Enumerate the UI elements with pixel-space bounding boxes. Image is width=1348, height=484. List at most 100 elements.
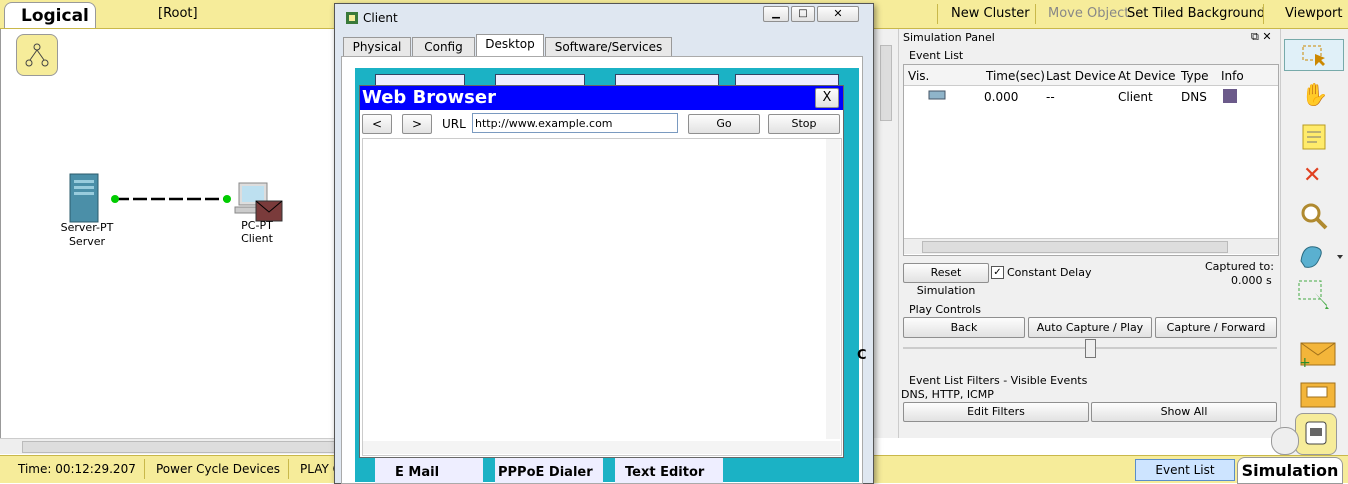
note-tool-icon[interactable]	[1301, 123, 1327, 154]
event-type: DNS	[1181, 90, 1207, 104]
event-list-toggle-button[interactable]: Event List	[1135, 459, 1235, 481]
browser-vertical-scrollbar[interactable]	[826, 139, 840, 439]
column-header[interactable]: Last Device	[1046, 69, 1116, 83]
email-app-label[interactable]: E Mail	[395, 465, 439, 480]
resize-shape-tool-icon[interactable]	[1297, 279, 1331, 316]
event-at-device: Client	[1118, 90, 1153, 104]
logical-workspace[interactable]: Server-PT Server PC-PT Client	[0, 29, 336, 438]
simulation-mode-icon[interactable]	[1295, 413, 1337, 455]
root-label[interactable]: [Root]	[158, 6, 198, 21]
minimize-button[interactable]: ▁	[763, 6, 789, 22]
column-header[interactable]: Vis.	[908, 69, 929, 83]
column-header[interactable]: Time(sec)	[986, 69, 1045, 83]
server-device-icon[interactable]	[68, 172, 100, 227]
edit-filters-button[interactable]: Edit Filters	[903, 402, 1089, 422]
browser-horizontal-scrollbar[interactable]	[363, 441, 840, 454]
packet-tracer-app-icon	[345, 11, 359, 28]
divider	[144, 459, 145, 479]
svg-text:+: +	[1299, 355, 1311, 369]
play-controls-label: Play Controls	[909, 303, 981, 316]
scrollbar-thumb[interactable]	[880, 45, 892, 121]
client-window: Client ▁ □ ✕ Physical Config Desktop Sof…	[334, 3, 874, 484]
restore-icon[interactable]: ⧉ ✕	[1251, 30, 1272, 44]
panel-vertical-scrollbar[interactable]	[872, 29, 898, 438]
workspace-horizontal-scrollbar[interactable]	[0, 438, 336, 454]
back-button[interactable]: Back	[903, 317, 1025, 338]
eye-icon[interactable]	[928, 89, 946, 104]
auto-capture-play-button[interactable]: Auto Capture / Play	[1028, 317, 1152, 338]
server-type-label: Server-PT	[60, 221, 114, 234]
event-time: 0.000	[984, 90, 1019, 104]
column-header[interactable]: At Device	[1118, 69, 1176, 83]
simulation-panel: Simulation Panel ⧉ ✕ Event List Vis. Tim…	[898, 29, 1281, 438]
maximize-button[interactable]: □	[791, 6, 815, 22]
logical-tab[interactable]: Logical	[4, 2, 96, 28]
tab-software-services[interactable]: Software/Services	[545, 37, 672, 56]
browser-title: Web Browser	[360, 86, 843, 110]
constant-delay-checkbox[interactable]: ✓	[991, 266, 1004, 279]
set-tiled-background-button[interactable]: Set Tiled Background	[1127, 6, 1265, 21]
draw-shape-tool-icon[interactable]	[1297, 241, 1343, 274]
divider	[937, 4, 938, 24]
add-complex-pdu-icon[interactable]	[1297, 379, 1337, 416]
tab-desktop[interactable]: Desktop	[476, 34, 544, 57]
scrollbar-thumb[interactable]	[922, 241, 1228, 253]
event-list-label: Event List	[909, 49, 964, 62]
back-nav-button[interactable]: <	[362, 114, 392, 134]
inspect-tool-icon[interactable]	[1299, 201, 1329, 234]
network-link[interactable]	[101, 194, 241, 204]
sim-panel-title: Simulation Panel	[903, 31, 995, 44]
divider	[1263, 4, 1264, 24]
captured-to-value: 0.000 s	[1231, 274, 1272, 287]
window-controls: ▁ □ ✕	[763, 6, 859, 23]
select-tool-icon[interactable]	[1284, 39, 1344, 71]
scrollbar-thumb[interactable]	[22, 441, 336, 453]
network-topology-icon[interactable]	[16, 34, 58, 76]
column-header[interactable]: Info	[1221, 69, 1244, 83]
realtime-clock-icon[interactable]	[1271, 427, 1299, 455]
url-label: URL	[442, 117, 466, 131]
divider	[288, 459, 289, 479]
tab-config[interactable]: Config	[412, 37, 475, 56]
speed-slider-thumb[interactable]	[1085, 339, 1096, 358]
new-cluster-button[interactable]: New Cluster	[951, 6, 1030, 21]
desktop-app-label-partial: C	[857, 348, 867, 363]
constant-delay-label: Constant Delay	[1007, 266, 1092, 279]
browser-content-area[interactable]	[362, 138, 842, 456]
browser-close-button[interactable]: X	[815, 88, 839, 108]
text-editor-app-label[interactable]: Text Editor	[625, 465, 704, 480]
forward-nav-button[interactable]: >	[402, 114, 432, 134]
column-header[interactable]: Type	[1181, 69, 1209, 83]
table-row[interactable]: 0.000 -- Client DNS	[904, 87, 1278, 105]
table-header: Vis. Time(sec) Last Device At Device Typ…	[904, 65, 1278, 86]
capture-forward-button[interactable]: Capture / Forward	[1155, 317, 1277, 338]
info-color-swatch[interactable]	[1223, 89, 1237, 103]
event-list-table[interactable]: Vis. Time(sec) Last Device At Device Typ…	[903, 64, 1279, 256]
delete-tool-icon[interactable]: ✕	[1303, 163, 1321, 188]
event-list-scrollbar[interactable]	[904, 238, 1278, 254]
right-toolbar: ✋ ✕ +	[1271, 29, 1348, 455]
show-all-button[interactable]: Show All	[1091, 402, 1277, 422]
pppoe-app-label[interactable]: PPPoE Dialer	[498, 465, 593, 480]
close-window-button[interactable]: ✕	[817, 6, 859, 22]
hand-tool-icon[interactable]: ✋	[1301, 83, 1328, 108]
move-object-button[interactable]: Move Object	[1048, 6, 1129, 21]
go-button[interactable]: Go	[688, 114, 760, 134]
filters-label: Event List Filters - Visible Events	[909, 374, 1088, 387]
url-input[interactable]	[472, 113, 678, 133]
simulation-mode-tab[interactable]: Simulation	[1237, 457, 1343, 484]
stop-button[interactable]: Stop	[768, 114, 840, 134]
web-browser-window: Web Browser X < > URL Go Stop	[359, 85, 844, 458]
pc-type-label: PC-PT	[241, 219, 273, 232]
captured-to-label: Captured to:	[1205, 260, 1274, 273]
pc-name-label: Client	[241, 232, 273, 245]
viewport-button[interactable]: Viewport	[1285, 6, 1343, 21]
reset-simulation-button[interactable]: Reset Simulation	[903, 263, 989, 297]
add-simple-pdu-icon[interactable]: +	[1297, 339, 1337, 372]
divider	[1035, 4, 1036, 24]
power-cycle-button[interactable]: Power Cycle Devices	[156, 462, 280, 476]
filters-value: DNS, HTTP, ICMP	[901, 388, 994, 401]
tab-physical[interactable]: Physical	[343, 37, 411, 56]
event-last-device: --	[1046, 90, 1055, 104]
window-title: Client	[363, 11, 398, 25]
